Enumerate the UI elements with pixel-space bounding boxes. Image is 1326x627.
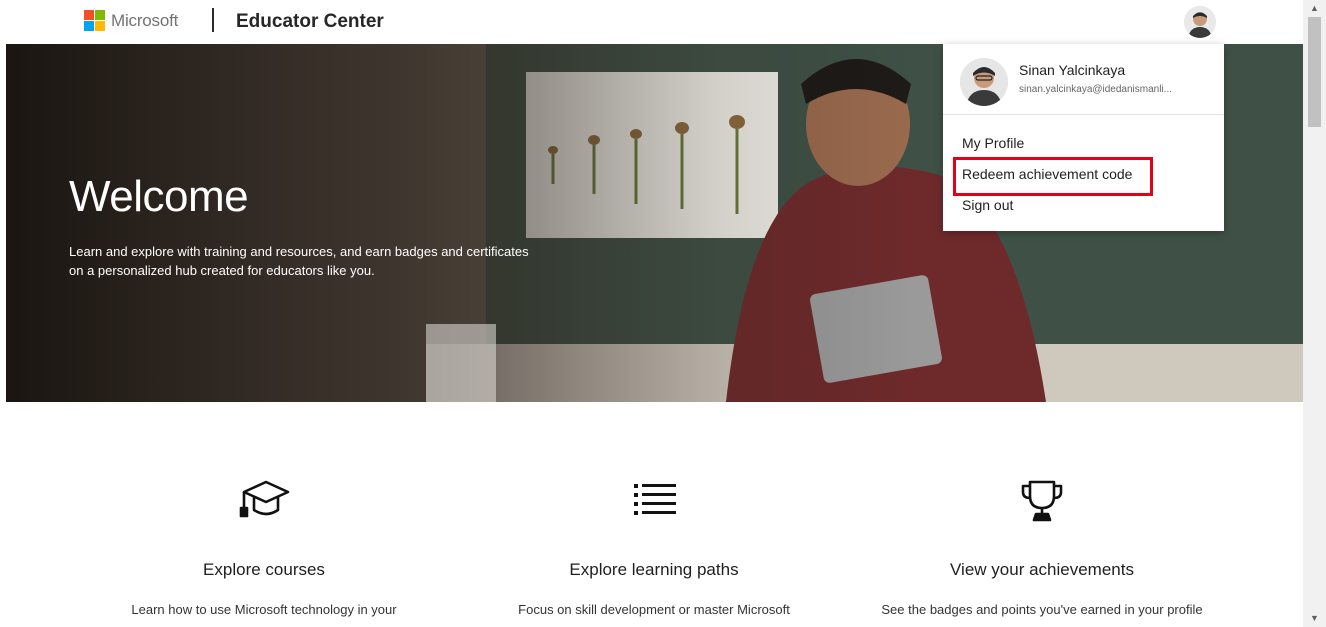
profile-avatar-button[interactable]: [1184, 6, 1216, 38]
graduation-cap-icon: [239, 480, 290, 518]
card-explore-courses[interactable]: Explore courses Learn how to use Microso…: [84, 470, 444, 617]
top-header: Microsoft Educator Center: [0, 0, 1303, 44]
card-title: Explore learning paths: [569, 560, 739, 579]
card-title: Explore courses: [203, 560, 325, 579]
feature-cards: Explore courses Learn how to use Microso…: [0, 470, 1303, 627]
profile-email: sinan.yalcinkaya@idedanismanli...: [1019, 84, 1173, 95]
menu-item-sign-out[interactable]: Sign out: [962, 197, 1013, 213]
microsoft-logo-icon: [84, 10, 105, 31]
profile-dropdown-menu: Sinan Yalcinkaya sinan.yalcinkaya@idedan…: [943, 44, 1224, 231]
header-divider: [212, 8, 214, 32]
card-title: View your achievements: [950, 560, 1134, 579]
user-avatar-icon: [1184, 6, 1216, 38]
profile-name: Sinan Yalcinkaya: [1019, 62, 1126, 78]
page: Microsoft Educator Center Welcome Learn …: [0, 0, 1326, 627]
site-title[interactable]: Educator Center: [236, 11, 384, 33]
profile-summary: Sinan Yalcinkaya sinan.yalcinkaya@idedan…: [943, 44, 1224, 115]
scroll-up-arrow-icon[interactable]: ▲: [1303, 0, 1326, 17]
trophy-icon: [1021, 480, 1063, 522]
scrollbar-thumb[interactable]: [1308, 17, 1321, 127]
card-view-achievements[interactable]: View your achievements See the badges an…: [862, 470, 1222, 617]
vertical-scrollbar[interactable]: ▲ ▼: [1303, 0, 1326, 627]
hero-title: Welcome: [69, 172, 249, 221]
profile-photo: [960, 58, 1008, 106]
card-text: Learn how to use Microsoft technology in…: [131, 602, 397, 617]
scroll-down-arrow-icon[interactable]: ▼: [1303, 610, 1326, 627]
user-avatar-icon: [960, 58, 1008, 106]
menu-item-redeem-achievement-code[interactable]: Redeem achievement code: [962, 166, 1132, 182]
list-icon: [634, 484, 676, 515]
card-explore-learning-paths[interactable]: Explore learning paths Focus on skill de…: [474, 470, 834, 617]
menu-item-my-profile[interactable]: My Profile: [962, 135, 1024, 151]
hero-subtitle: Learn and explore with training and reso…: [69, 244, 529, 278]
card-text: Focus on skill development or master Mic…: [518, 602, 790, 617]
microsoft-logo[interactable]: Microsoft: [84, 10, 178, 31]
card-text: See the badges and points you've earned …: [881, 602, 1203, 617]
microsoft-logo-text: Microsoft: [111, 10, 179, 30]
